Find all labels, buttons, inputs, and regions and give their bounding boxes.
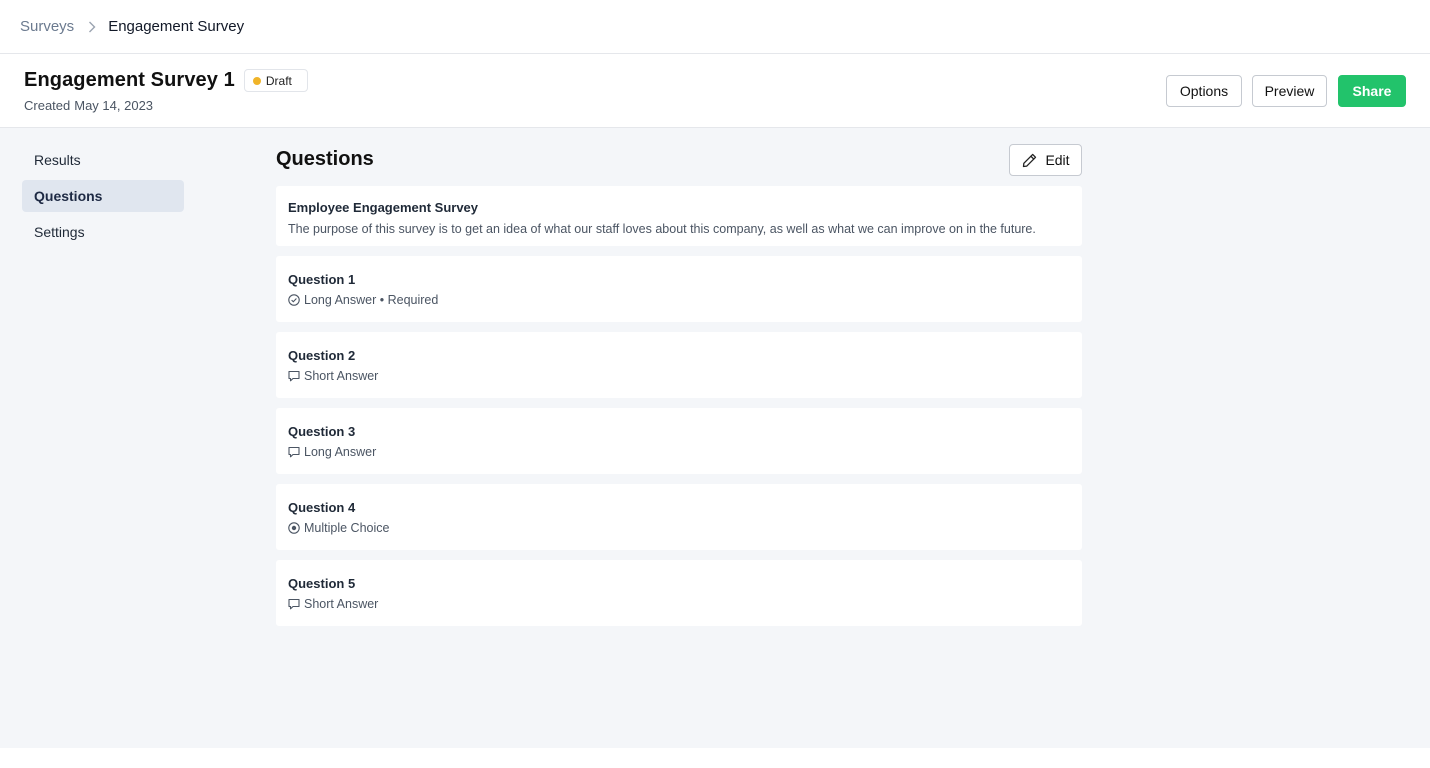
question-card-2[interactable]: Question 2 Short Answer: [276, 332, 1082, 398]
breadcrumb-current: Engagement Survey: [108, 18, 245, 35]
question-title: Question 3: [288, 424, 356, 439]
edit-button[interactable]: Edit: [1009, 144, 1082, 176]
question-card-5[interactable]: Question 5 Short Answer: [276, 560, 1082, 626]
nav-item-settings[interactable]: Settings: [22, 216, 184, 248]
chevron-right-icon: [88, 21, 96, 33]
section-title: Questions: [276, 148, 374, 170]
edit-label: Edit: [1045, 152, 1070, 168]
survey-intro-title: Employee Engagement Survey: [288, 200, 479, 215]
pencil-icon: [1023, 153, 1037, 167]
survey-intro-description: The purpose of this survey is to get an …: [288, 222, 1036, 236]
page-title: Engagement Survey 1: [24, 69, 235, 91]
breadcrumb-surveys-link[interactable]: Surveys: [20, 18, 74, 35]
page-header: Engagement Survey 1 Draft Created May 14,…: [0, 54, 1430, 128]
question-type: Short Answer: [304, 369, 379, 383]
comment-icon: [288, 598, 300, 610]
question-card-3[interactable]: Question 3 Long Answer: [276, 408, 1082, 474]
nav-item-questions[interactable]: Questions: [22, 180, 184, 212]
created-date: Created May 14, 2023: [24, 98, 157, 113]
question-type: Short Answer: [304, 597, 379, 611]
breadcrumb: Surveys Engagement Survey: [0, 0, 1430, 54]
status-label: Draft: [265, 73, 292, 88]
preview-button[interactable]: Preview: [1252, 75, 1327, 107]
radio-icon: [288, 522, 300, 534]
questions-panel: Questions Edit Employee Engagement Surve…: [276, 144, 1082, 626]
question-type: Long Answer: [304, 445, 377, 459]
question-title: Question 4: [288, 500, 356, 515]
nav-item-results[interactable]: Results: [22, 144, 184, 176]
side-nav: Results Questions Settings: [22, 144, 184, 252]
question-title: Question 2: [288, 348, 356, 363]
header-actions: Options Preview Share: [1166, 75, 1406, 107]
comment-icon: [288, 446, 300, 458]
check-circle-icon: [288, 294, 300, 306]
question-type: Multiple Choice: [304, 521, 390, 535]
status-dot-icon: [252, 76, 261, 85]
created-date-value: May 14, 2023: [74, 98, 154, 113]
comment-icon: [288, 370, 300, 382]
share-button[interactable]: Share: [1338, 75, 1406, 107]
question-title: Question 5: [288, 576, 356, 591]
survey-intro-card[interactable]: Employee Engagement Survey The purpose o…: [276, 186, 1082, 246]
question-card-1[interactable]: Question 1 Long Answer • Required: [276, 256, 1082, 322]
question-type: Long Answer • Required: [304, 293, 439, 307]
question-title: Question 1: [288, 272, 356, 287]
status-badge: Draft: [243, 69, 308, 92]
created-prefix: Created: [24, 98, 71, 113]
options-button[interactable]: Options: [1166, 75, 1242, 107]
question-card-4[interactable]: Question 4 Multiple Choice: [276, 484, 1082, 550]
main-area: Results Questions Settings Questions Edi…: [0, 128, 1430, 748]
